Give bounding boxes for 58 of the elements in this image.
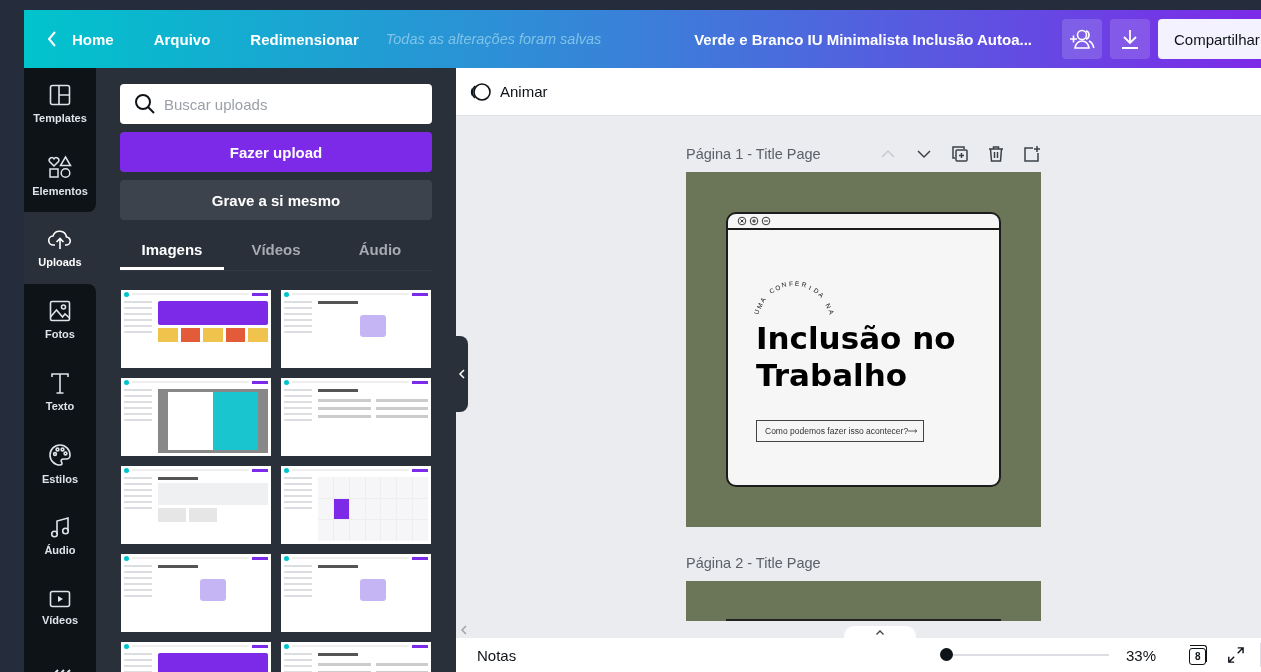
sidebar-item[interactable]: Vídeos	[24, 572, 96, 644]
sidebar-item[interactable]: Estilos	[24, 428, 96, 500]
layout-icon	[49, 84, 71, 106]
panel-collapse-handle[interactable]	[456, 336, 468, 412]
record-button[interactable]: Grave a si mesmo	[120, 180, 432, 220]
image-icon	[49, 300, 71, 322]
add-people-button[interactable]	[1062, 19, 1102, 59]
share-button[interactable]: Compartilhar	[1158, 19, 1261, 59]
music-note-icon	[50, 516, 70, 538]
upload-thumbnail[interactable]	[121, 378, 271, 456]
window-controls-icon	[737, 216, 771, 226]
upload-thumbnail[interactable]	[281, 378, 431, 456]
animate-icon	[470, 81, 492, 102]
sidebar-item[interactable]: Templates	[24, 68, 96, 140]
page-title[interactable]: Página 1 - Title Page	[686, 146, 821, 162]
text-icon	[50, 372, 70, 394]
media-tab[interactable]: Imagens	[120, 232, 224, 270]
zoom-slider[interactable]	[940, 647, 1109, 663]
duplicate-icon[interactable]	[951, 145, 969, 163]
chevron-left-icon	[458, 368, 466, 380]
trash-icon[interactable]	[987, 145, 1005, 163]
upload-thumbnail[interactable]	[121, 554, 271, 632]
search-field[interactable]: Buscar uploads	[120, 84, 432, 124]
search-icon	[134, 93, 156, 115]
design-title[interactable]: Verde e Branco IU Minimalista Inclusão Autoa...	[694, 30, 1032, 48]
media-tab[interactable]: Vídeos	[224, 232, 328, 270]
media-tab[interactable]: Áudio	[328, 232, 432, 270]
fullscreen-icon[interactable]	[1227, 645, 1246, 665]
cta-box: Como podemos fazer isso acontecer?	[756, 420, 924, 442]
sidebar-item[interactable]: Elementos	[24, 140, 96, 212]
sidebar-item[interactable]: Texto	[24, 356, 96, 428]
video-icon	[49, 590, 71, 608]
arrow-icon	[908, 427, 918, 435]
cloud-upload-icon	[48, 228, 72, 250]
back-chevron-icon	[46, 30, 58, 48]
upload-thumbnail[interactable]	[281, 290, 431, 368]
shapes-icon	[48, 155, 72, 179]
design-heading: Inclusão no Trabalho	[756, 320, 957, 394]
palette-icon	[48, 443, 72, 467]
download-icon	[1119, 28, 1141, 50]
upload-thumbnail[interactable]	[121, 290, 271, 368]
page-title[interactable]: Página 2 - Title Page	[686, 555, 821, 571]
add-page-icon[interactable]	[1023, 145, 1041, 163]
animate-button[interactable]: Animar	[470, 81, 548, 102]
sidebar-item[interactable]: Áudio	[24, 500, 96, 572]
chevron-up-icon	[875, 628, 885, 636]
save-status: Todas as alterações foram salvas	[385, 31, 602, 47]
download-button[interactable]	[1110, 19, 1150, 59]
sidebar-item[interactable]: Fotos	[24, 284, 96, 356]
upload-thumbnail[interactable]	[281, 466, 431, 544]
upload-button[interactable]: Fazer upload	[120, 132, 432, 172]
notes-button[interactable]: Notas	[477, 646, 517, 664]
upload-thumbnail[interactable]	[281, 554, 431, 632]
design-page[interactable]	[686, 581, 1041, 621]
zoom-reading[interactable]: 33%	[1126, 646, 1157, 664]
people-plus-icon	[1069, 27, 1095, 51]
upload-thumbnail[interactable]	[121, 466, 271, 544]
page-count-button[interactable]: 8	[1189, 645, 1208, 665]
